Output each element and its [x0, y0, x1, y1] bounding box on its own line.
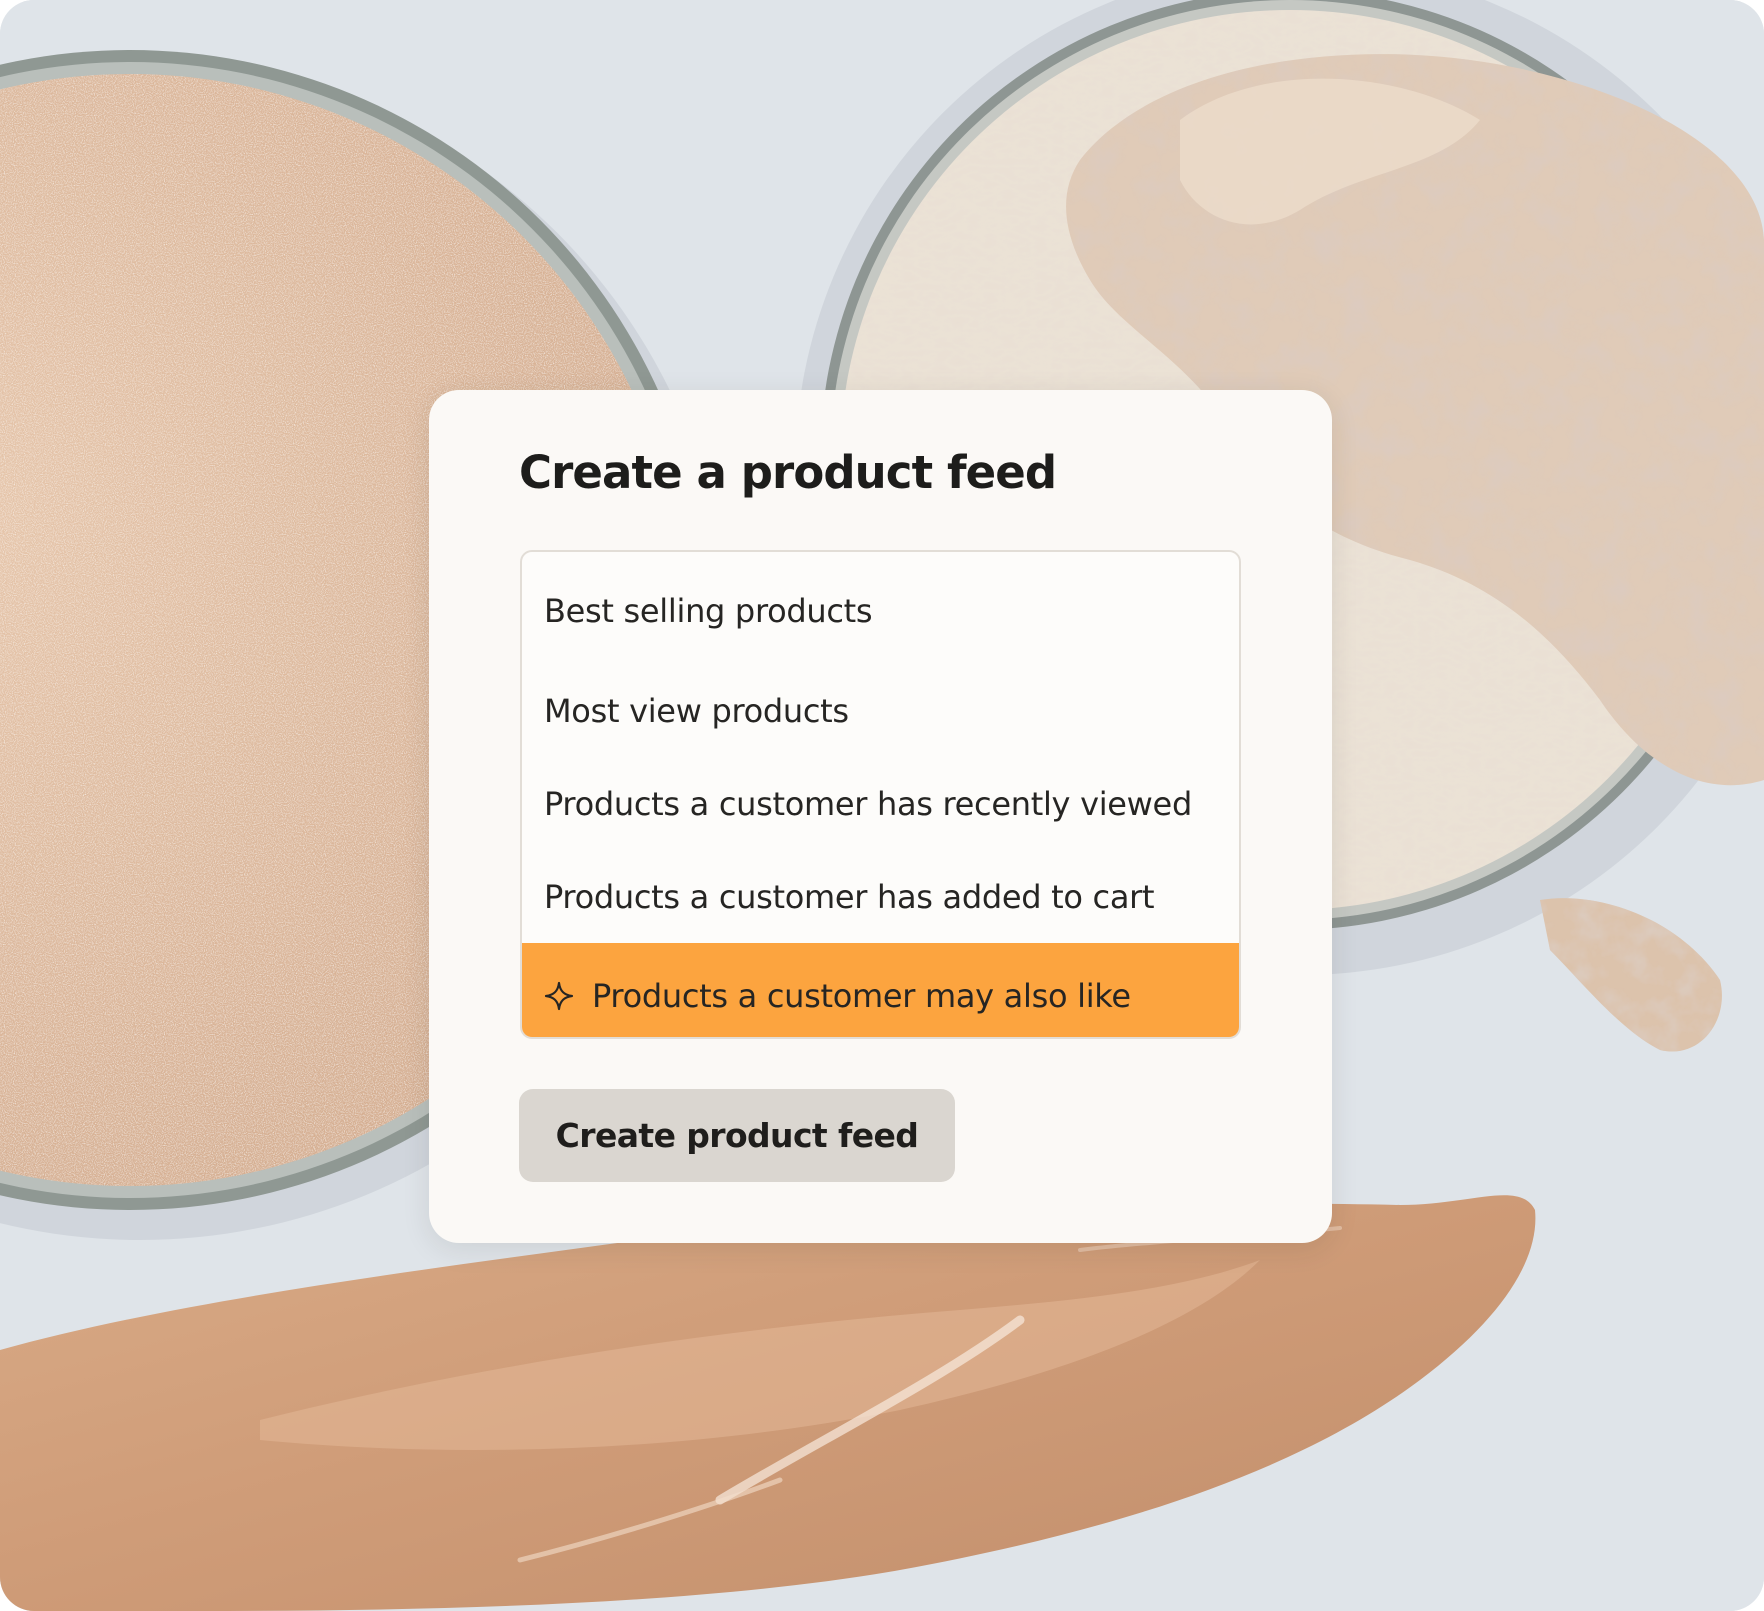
option-label: Products a customer has recently viewed	[544, 784, 1192, 823]
option-recently-viewed-products[interactable]: Products a customer has recently viewed	[522, 757, 1239, 850]
option-may-also-like-products[interactable]: Products a customer may also like	[522, 943, 1239, 1037]
sparkle-icon	[544, 981, 574, 1011]
card-title: Create a product feed	[519, 446, 1057, 499]
create-product-feed-button[interactable]: Create product feed	[519, 1089, 955, 1182]
create-product-feed-card: Create a product feed Best selling produ…	[429, 390, 1332, 1243]
option-label: Best selling products	[544, 592, 873, 630]
option-label: Most view products	[544, 691, 849, 730]
option-label: Products a customer has added to cart	[544, 877, 1155, 916]
canvas: Create a product feed Best selling produ…	[0, 0, 1764, 1611]
option-label: Products a customer may also like	[592, 977, 1131, 1015]
option-best-selling-products[interactable]: Best selling products	[522, 552, 1239, 664]
option-most-view-products[interactable]: Most view products	[522, 664, 1239, 757]
option-added-to-cart-products[interactable]: Products a customer has added to cart	[522, 850, 1239, 943]
product-feed-options-list: Best selling products Most view products…	[520, 550, 1241, 1039]
